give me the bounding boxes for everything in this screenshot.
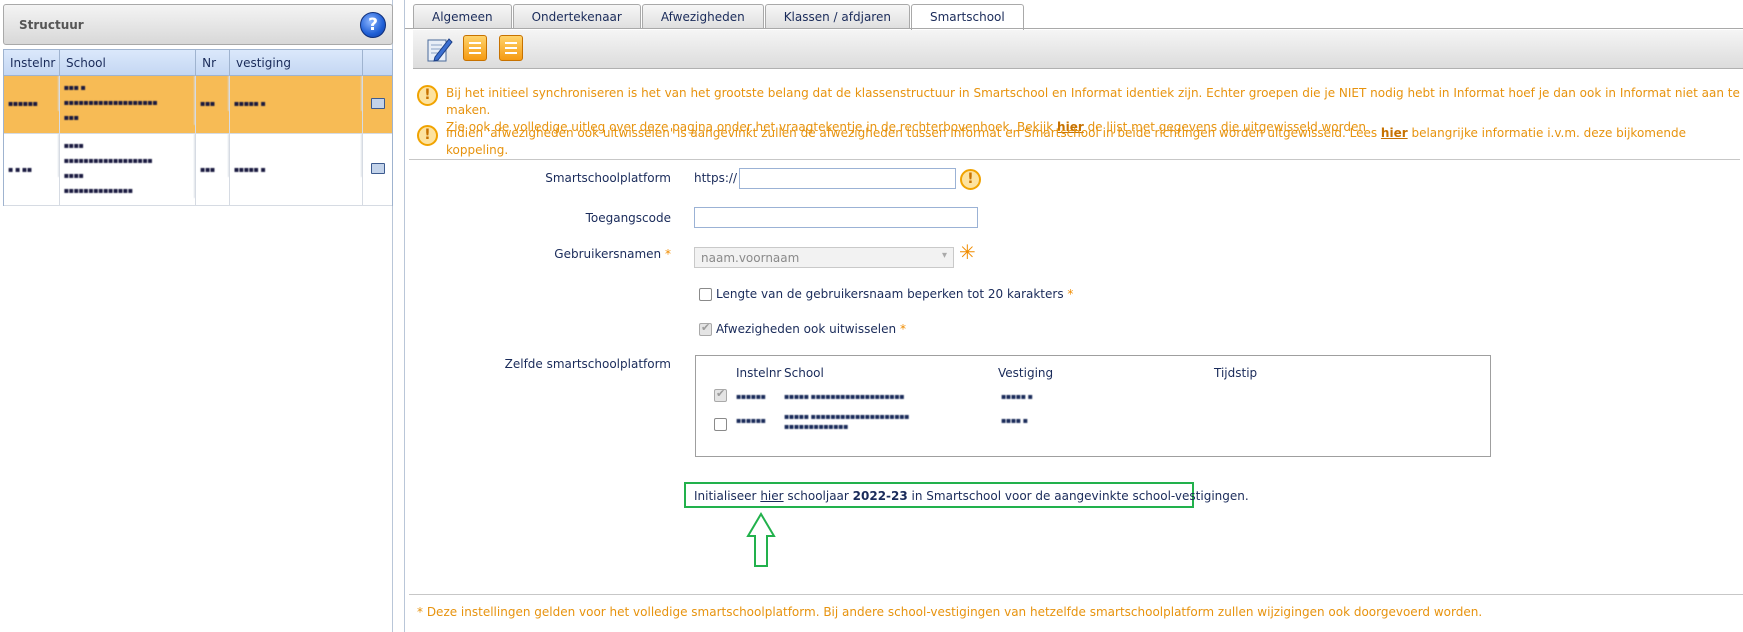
- tab-algemeen[interactable]: Algemeen: [413, 4, 512, 29]
- platform-row-checkbox[interactable]: [714, 387, 727, 402]
- usernames-label: Gebruikersnamen *: [554, 247, 671, 261]
- table-row[interactable]: ▪ ▪ ▪▪ ▪▪▪▪ ▪▪▪▪▪▪▪▪▪▪▪▪▪▪▪▪▪▪ ▪▪▪▪ ▪▪▪▪…: [4, 134, 392, 206]
- tab-bar: Algemeen Ondertekenaar Afwezigheden Klas…: [413, 4, 1025, 30]
- cell-vestiging: ▪▪▪▪▪ ▪: [230, 76, 363, 111]
- column-header-nr[interactable]: Nr: [196, 50, 230, 75]
- footnote: * Deze instellingen gelden voor het voll…: [417, 605, 1483, 619]
- limit-username-checkbox[interactable]: [699, 288, 712, 301]
- warning-icon: !: [417, 125, 438, 146]
- warning-text: Bij het initieel synchroniseren is het v…: [446, 86, 1740, 117]
- cell-instelnr: ▪▪▪▪▪▪: [4, 76, 59, 111]
- cell-vestiging: ▪▪▪▪ ▪: [1001, 416, 1028, 425]
- cell-school: ▪▪▪▪▪ ▪▪▪▪▪▪▪▪▪▪▪▪▪▪▪▪▪▪▪▪ ▪▪▪▪▪▪▪▪▪▪▪▪▪: [784, 412, 910, 431]
- cell-instelnr: ▪ ▪ ▪▪: [4, 134, 59, 177]
- cell-school: ▪▪▪▪▪ ▪▪▪▪▪▪▪▪▪▪▪▪▪▪▪▪▪▪▪: [784, 392, 905, 401]
- warning-absences: ! Indien 'afwezigheden ook uitwisselen' …: [417, 125, 1743, 159]
- tab-afwezigheden[interactable]: Afwezigheden: [641, 4, 764, 29]
- cell-instelnr: ▪▪▪▪▪▪: [736, 416, 766, 425]
- same-platform-label: Zelfde smartschoolplatform: [504, 357, 671, 371]
- initialize-link[interactable]: hier: [760, 489, 783, 503]
- cell-vestiging: ▪▪▪▪▪ ▪: [1001, 392, 1033, 401]
- platform-label: Smartschoolplatform: [545, 171, 671, 185]
- school-year: 2022-23: [852, 489, 908, 503]
- platform-prefix: https://: [694, 171, 738, 185]
- card-icon[interactable]: [371, 163, 386, 174]
- toolbar: [413, 30, 1743, 69]
- column-header-vestiging: Vestiging: [998, 366, 1054, 380]
- cell-nr: ▪▪▪: [196, 134, 229, 177]
- cell-vestiging: ▪▪▪▪▪ ▪: [230, 134, 363, 177]
- edit-icon[interactable]: [425, 35, 453, 63]
- card-icon[interactable]: [371, 98, 386, 109]
- access-code-input[interactable]: [694, 207, 978, 228]
- column-header-tijdstip: Tijdstip: [1214, 366, 1258, 380]
- column-header-instelnr[interactable]: Instelnr: [4, 50, 60, 75]
- exchange-absences-checkbox[interactable]: [699, 321, 712, 336]
- arrow-up-icon: [746, 512, 776, 567]
- warning-text: Indien 'afwezigheden ook uitwisselen' is…: [446, 126, 1381, 140]
- platform-input[interactable]: [739, 168, 956, 189]
- warning-icon: !: [960, 169, 981, 190]
- tab-divider: [405, 28, 1743, 29]
- list-icon[interactable]: [463, 35, 491, 63]
- initialize-notice: Initialiseer hier schooljaar 2022-23 in …: [684, 482, 1249, 508]
- column-header-instelnr: Instelnr: [736, 366, 782, 380]
- asterisk-icon: ✳: [959, 240, 976, 264]
- tab-ondertekenaar[interactable]: Ondertekenaar: [512, 4, 641, 29]
- divider: [409, 159, 1740, 160]
- divider: [409, 594, 1743, 595]
- tab-klassen-afdjaren[interactable]: Klassen / afdjaren: [764, 4, 910, 29]
- chevron-down-icon: ▾: [941, 250, 947, 261]
- access-code-label: Toegangscode: [585, 211, 671, 225]
- panel-title: Structuur: [19, 18, 84, 32]
- help-icon[interactable]: ?: [360, 12, 386, 38]
- exchange-absences-label: Afwezigheden ook uitwisselen *: [716, 322, 906, 336]
- cell-instelnr: ▪▪▪▪▪▪: [736, 392, 766, 401]
- info-link[interactable]: hier: [1381, 126, 1408, 140]
- table-row[interactable]: ▪▪▪▪▪▪ ▪▪▪ ▪ ▪▪▪▪▪▪▪▪▪▪▪▪▪▪▪▪▪▪▪ ▪▪▪ ▪▪▪…: [4, 76, 392, 134]
- usernames-select[interactable]: naam.voornaam ▾: [694, 247, 954, 268]
- smartschool-panel: Algemeen Ondertekenaar Afwezigheden Klas…: [404, 0, 1743, 632]
- column-header-vestiging[interactable]: vestiging: [230, 50, 364, 75]
- cell-nr: ▪▪▪: [196, 76, 229, 111]
- same-platform-table: Instelnr School Vestiging Tijdstip ▪▪▪▪▪…: [695, 355, 1491, 457]
- list-icon[interactable]: [499, 35, 527, 63]
- column-header-school[interactable]: School: [60, 50, 197, 75]
- warning-icon: !: [417, 85, 438, 106]
- platform-row-checkbox[interactable]: [714, 418, 727, 431]
- cell-school: ▪▪▪▪ ▪▪▪▪▪▪▪▪▪▪▪▪▪▪▪▪▪▪ ▪▪▪▪ ▪▪▪▪▪▪▪▪▪▪▪…: [60, 134, 196, 198]
- structure-panel: Structuur ? Instelnr School Nr vestiging…: [0, 0, 393, 632]
- limit-username-label: Lengte van de gebruikersnaam beperken to…: [716, 287, 1074, 301]
- panel-header: Structuur ?: [3, 4, 393, 45]
- column-header-school: School: [784, 366, 824, 380]
- column-header-spacer: [363, 50, 392, 75]
- tab-smartschool[interactable]: Smartschool: [910, 4, 1024, 30]
- cell-school: ▪▪▪ ▪ ▪▪▪▪▪▪▪▪▪▪▪▪▪▪▪▪▪▪▪ ▪▪▪: [60, 76, 196, 125]
- structure-table: Instelnr School Nr vestiging ▪▪▪▪▪▪ ▪▪▪ …: [3, 49, 393, 206]
- table-header: Instelnr School Nr vestiging: [4, 50, 392, 76]
